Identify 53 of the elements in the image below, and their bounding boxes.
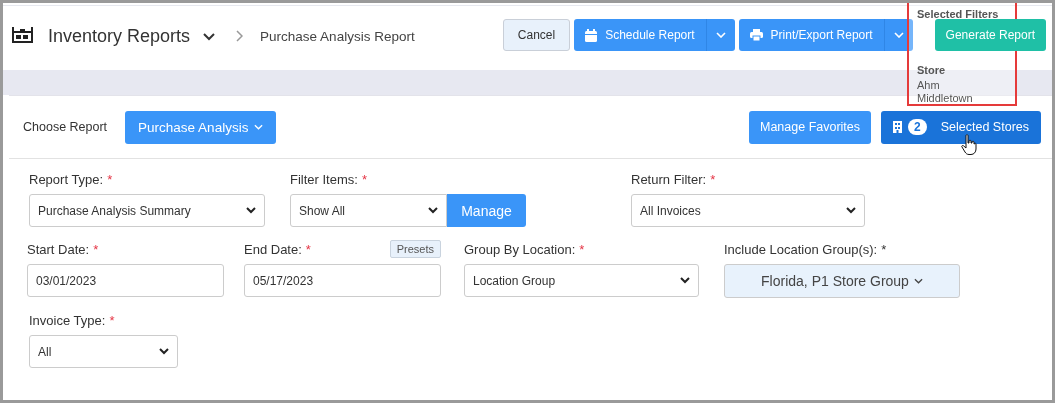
caret-icon <box>846 207 856 214</box>
dropdown-toggle[interactable] <box>883 19 913 51</box>
field-label: Report Type: <box>29 171 104 187</box>
count-badge: 2 <box>908 119 927 135</box>
multi-select-field[interactable]: Florida, P1 Store Group <box>724 264 960 298</box>
select-field[interactable]: Location Group <box>464 264 699 297</box>
field-label: Filter Items: <box>290 171 358 187</box>
caret-icon <box>254 124 264 130</box>
required-mark: * <box>881 241 887 257</box>
date-input[interactable]: 03/01/2023 <box>27 264 224 297</box>
field-label: Group By Location: <box>464 241 576 257</box>
breadcrumb-item: Purchase Analysis Report <box>260 28 415 44</box>
presets-button[interactable]: Presets <box>389 240 441 258</box>
required-mark: * <box>107 171 113 187</box>
required-mark: * <box>710 171 716 187</box>
chevron-down-icon[interactable] <box>203 33 216 41</box>
required-mark: * <box>361 171 367 187</box>
shelf-icon <box>12 27 33 43</box>
chevron-right-icon <box>236 30 244 42</box>
printer-icon <box>749 29 763 41</box>
page-title: Inventory Reports <box>48 25 191 47</box>
select-field[interactable]: All Invoices <box>631 194 865 227</box>
select-field[interactable]: All <box>29 335 178 368</box>
caret-icon <box>159 348 169 355</box>
popover-title: Selected Filters <box>917 8 1000 20</box>
caret-icon <box>680 277 690 284</box>
date-input[interactable]: 05/17/2023 <box>244 264 441 297</box>
filter-heading: Store <box>917 64 946 76</box>
required-mark: * <box>109 312 115 328</box>
filter-value: Ahm <box>917 79 941 91</box>
required-mark: * <box>305 241 311 257</box>
caret-icon <box>246 207 256 214</box>
header-button[interactable]: Cancel <box>502 19 571 51</box>
selected-stores-button[interactable]: 2 Selected Stores <box>881 110 1041 144</box>
field-label: End Date: <box>244 241 302 257</box>
calendar-icon <box>585 28 598 42</box>
required-mark: * <box>93 241 99 257</box>
choose-report-label: Choose Report <box>23 120 108 134</box>
dropdown-toggle[interactable] <box>705 19 735 51</box>
caret-icon <box>893 32 904 38</box>
caret-icon <box>913 278 923 284</box>
building-icon <box>893 121 903 133</box>
select-field[interactable]: Show All <box>290 194 447 227</box>
hand-cursor-icon <box>961 134 977 156</box>
required-mark: * <box>579 241 585 257</box>
filter-value: Middletown <box>917 92 974 104</box>
field-label: Invoice Type: <box>29 312 106 328</box>
field-label: Return Filter: <box>631 171 707 187</box>
caret-icon <box>428 207 438 214</box>
select-field[interactable]: Purchase Analysis Summary <box>29 194 265 227</box>
field-label: Start Date: <box>27 241 90 257</box>
field-label: Include Location Group(s): <box>724 241 878 257</box>
caret-icon <box>715 32 726 38</box>
